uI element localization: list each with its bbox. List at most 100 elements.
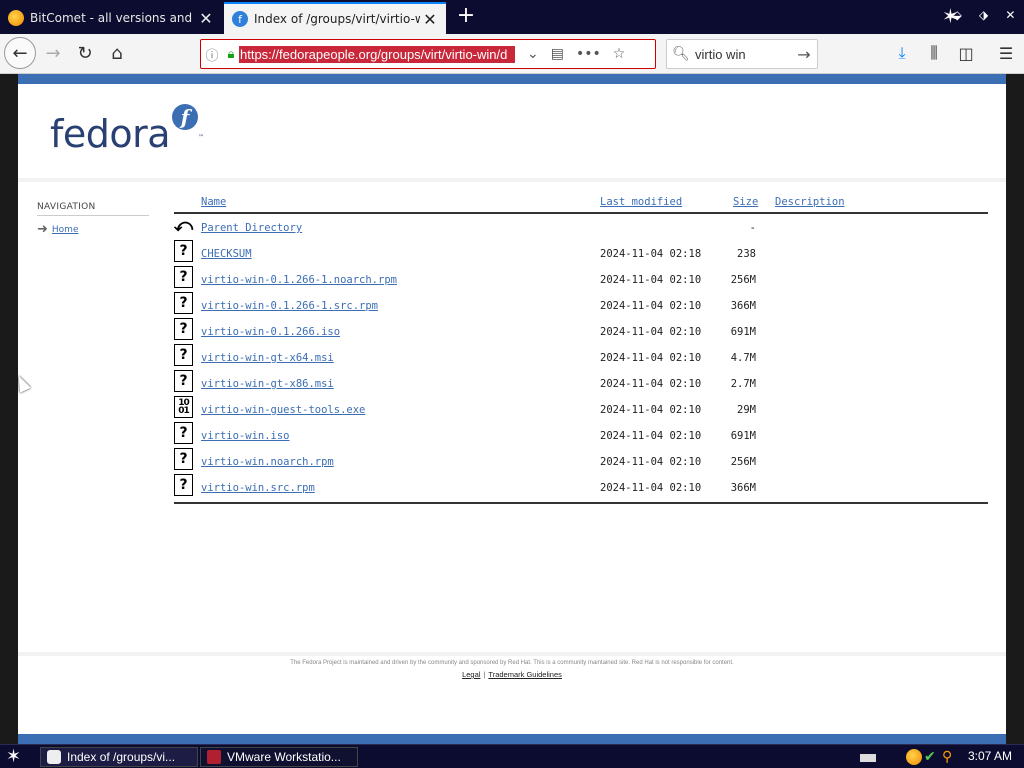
- start-star-icon[interactable]: ✶: [6, 746, 21, 767]
- sidebar-navigation: NAVIGATION ➜ Home: [37, 202, 149, 237]
- modified-cell: 2024-11-04 02:10: [600, 378, 702, 390]
- unknown-file-icon: ?: [174, 292, 193, 314]
- trademark-guidelines-link[interactable]: Trademark Guidelines: [488, 670, 562, 679]
- legal-link[interactable]: Legal: [462, 670, 480, 679]
- chevron-down-icon[interactable]: ⌄: [527, 46, 539, 62]
- modified-cell: 2024-11-04 02:18: [600, 248, 702, 260]
- taskbar-item-label: VMware Workstatio...: [227, 750, 341, 764]
- page-footer: The Fedora Project is maintained and dri…: [18, 652, 1006, 734]
- table-row: ⤺ Parent Directory -: [174, 214, 988, 240]
- modified-cell: 2024-11-04 02:10: [600, 326, 702, 338]
- taskbar-item-label: Index of /groups/vi...: [67, 750, 176, 764]
- size-cell: 2.7M: [730, 378, 756, 390]
- home-icon: ⌂: [111, 42, 123, 64]
- forward-button[interactable]: →: [38, 38, 68, 68]
- page-actions-icon[interactable]: •••: [576, 46, 601, 62]
- unknown-file-icon: ?: [174, 370, 193, 392]
- forward-arrow-icon: →: [45, 42, 61, 64]
- size-cell: 256M: [730, 456, 756, 468]
- search-box[interactable]: 🔍︎ virtio win →: [666, 39, 818, 69]
- file-link[interactable]: virtio-win-0.1.266-1.src.rpm: [201, 300, 378, 312]
- column-header-last-modified[interactable]: Last modified: [600, 196, 682, 210]
- tab-label: BitComet - all versions and zip pac: [30, 11, 196, 25]
- back-button[interactable]: ←: [4, 37, 36, 69]
- new-tab-button[interactable]: +: [452, 4, 480, 30]
- sidebar-icon: ◫: [958, 43, 974, 63]
- taskbar-item-browser[interactable]: Index of /groups/vi...: [40, 747, 198, 767]
- column-header-size[interactable]: Size: [733, 196, 758, 210]
- modified-cell: 2024-11-04 02:10: [600, 456, 702, 468]
- search-input[interactable]: virtio win: [695, 47, 791, 62]
- page-header: fedora f ™: [18, 84, 1006, 178]
- network-tray-icon[interactable]: ✔: [924, 749, 940, 765]
- file-link[interactable]: virtio-win-gt-x64.msi: [201, 352, 334, 364]
- unknown-file-icon: ?: [174, 422, 193, 444]
- hamburger-menu-icon: ☰: [998, 43, 1014, 63]
- tab-index-virtio[interactable]: f Index of /groups/virt/virtio-win/di ✕: [224, 2, 446, 34]
- footer-links: Legal | Trademark Guidelines: [18, 670, 1006, 679]
- info-icon[interactable]: ⓘ: [201, 45, 223, 64]
- file-link[interactable]: Parent Directory: [201, 222, 302, 234]
- size-cell: 4.7M: [730, 352, 756, 364]
- tab-bar: BitComet - all versions and zip pac ✕ f …: [0, 0, 1024, 34]
- column-header-name[interactable]: Name: [201, 196, 226, 210]
- file-link[interactable]: CHECKSUM: [201, 248, 252, 260]
- reload-button[interactable]: ↻: [70, 38, 100, 68]
- bitcomet-tray-icon[interactable]: [906, 749, 922, 765]
- table-row: ? virtio-win-0.1.266-1.src.rpm 2024-11-0…: [174, 292, 988, 318]
- clock: 3:07 AM: [968, 749, 1013, 763]
- library-icon: ⫼: [930, 43, 938, 62]
- lock-icon[interactable]: 🔒︎: [223, 47, 239, 62]
- search-go-icon[interactable]: →: [791, 45, 817, 64]
- bookmark-star-icon[interactable]: ☆: [613, 46, 626, 62]
- vmware-icon: [207, 750, 221, 764]
- home-button[interactable]: ⌂: [102, 38, 132, 68]
- window-controls: ⬙ ⬗ ✕: [944, 0, 1024, 30]
- fedora-favicon-icon: f: [232, 11, 248, 27]
- unknown-file-icon: ?: [174, 474, 193, 496]
- tab-bitcomet[interactable]: BitComet - all versions and zip pac ✕: [0, 2, 222, 34]
- file-link[interactable]: virtio-win.src.rpm: [201, 482, 315, 494]
- reader-view-icon[interactable]: ▤: [551, 46, 564, 62]
- restore-icon[interactable]: ⬗: [979, 8, 988, 22]
- taskbar-item-vmware[interactable]: VMware Workstatio...: [200, 747, 358, 767]
- file-link[interactable]: virtio-win-0.1.266-1.noarch.rpm: [201, 274, 397, 286]
- tab-close-icon[interactable]: ✕: [420, 10, 440, 29]
- home-link[interactable]: Home: [52, 225, 79, 235]
- file-link[interactable]: virtio-win-gt-x86.msi: [201, 378, 334, 390]
- keyboard-icon[interactable]: [860, 754, 876, 762]
- browser-window-icon: [47, 750, 61, 764]
- download-icon: ⤓: [898, 43, 906, 62]
- arrow-right-icon: ➜: [37, 222, 48, 237]
- download-button[interactable]: ⤓: [888, 39, 916, 67]
- file-link[interactable]: virtio-win-0.1.266.iso: [201, 326, 340, 338]
- file-link[interactable]: virtio-win-guest-tools.exe: [201, 404, 365, 416]
- table-row: ? virtio-win.noarch.rpm 2024-11-04 02:10…: [174, 448, 988, 474]
- table-row: ? virtio-win.iso 2024-11-04 02:10 691M: [174, 422, 988, 448]
- search-tray-icon[interactable]: ⚲: [942, 749, 958, 765]
- unknown-file-icon: ?: [174, 318, 193, 340]
- library-button[interactable]: ⫼: [920, 39, 948, 67]
- pin-icon[interactable]: ⬙: [953, 8, 962, 22]
- trademark-mark: ™: [198, 134, 204, 141]
- sidebar-button[interactable]: ◫: [952, 39, 980, 67]
- file-link[interactable]: virtio-win.iso: [201, 430, 290, 442]
- tab-close-icon[interactable]: ✕: [196, 9, 216, 28]
- header-divider: [18, 178, 1006, 182]
- close-window-icon[interactable]: ✕: [1005, 8, 1015, 22]
- table-row: ? virtio-win.src.rpm 2024-11-04 02:10 36…: [174, 474, 988, 500]
- fedora-logo[interactable]: fedora: [50, 112, 171, 156]
- web-page: fedora f ™ NAVIGATION ➜ Home Name Last m…: [18, 74, 1006, 744]
- bitcomet-favicon-icon: [8, 10, 24, 26]
- reload-icon: ↻: [77, 42, 93, 64]
- modified-cell: 2024-11-04 02:10: [600, 352, 702, 364]
- url-text[interactable]: https://fedorapeople.org/groups/virt/vir…: [239, 45, 515, 63]
- modified-cell: 2024-11-04 02:10: [600, 404, 702, 416]
- column-header-description[interactable]: Description: [775, 196, 845, 210]
- address-bar[interactable]: ⓘ 🔒︎ https://fedorapeople.org/groups/vir…: [200, 39, 656, 69]
- size-cell: 366M: [730, 300, 756, 312]
- size-cell: 366M: [730, 482, 756, 494]
- sidebar-item-home[interactable]: ➜ Home: [37, 222, 149, 237]
- file-link[interactable]: virtio-win.noarch.rpm: [201, 456, 334, 468]
- menu-button[interactable]: ☰: [992, 39, 1020, 67]
